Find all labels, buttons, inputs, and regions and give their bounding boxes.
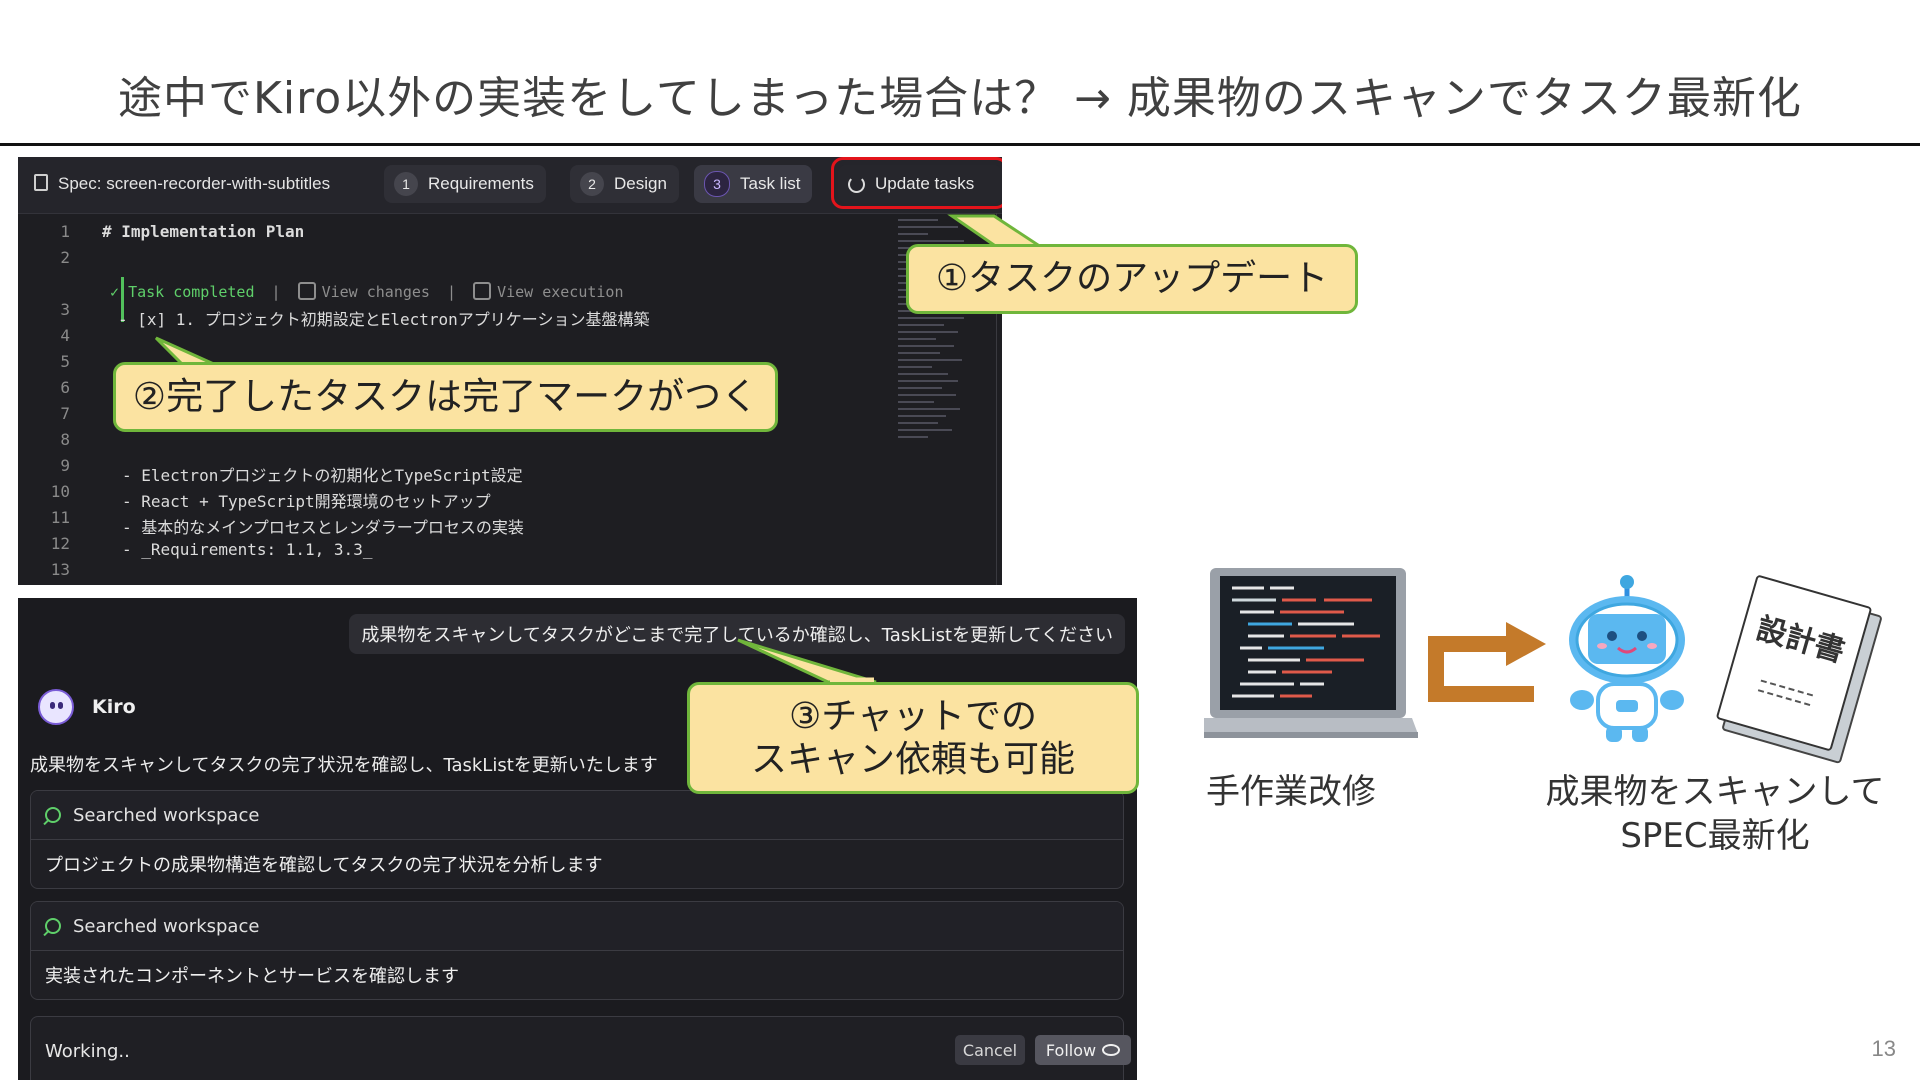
scan-update-caption: 成果物をスキャンして SPEC最新化 xyxy=(1530,770,1900,858)
cancel-label: Cancel xyxy=(962,1040,1018,1060)
tab-design[interactable]: 2 Design xyxy=(570,165,679,203)
requirements-line: - _Requirements: 1.1, 3.3_ xyxy=(122,540,372,559)
status-bar: Working.. Cancel Follow xyxy=(30,1016,1131,1080)
code-bullet: - 基本的なメインプロセスとレンダラープロセスの実装 xyxy=(122,518,524,537)
line-number: 13 xyxy=(50,560,70,579)
tab-task-list[interactable]: 3 Task list xyxy=(694,165,813,203)
laptop-illustration xyxy=(1204,568,1418,738)
code-bullet: - React + TypeScript開発環境のセットアップ xyxy=(122,492,491,511)
tab-label: Requirements xyxy=(428,174,534,193)
kiro-chat-panel: 成果物をスキャンしてタスクがどこまで完了しているか確認し、TaskListを更新… xyxy=(18,598,1137,1080)
line-number: 6 xyxy=(60,378,70,397)
callout-completed-mark: ②完了したタスクは完了マークがつく xyxy=(113,362,778,432)
line-number: 9 xyxy=(60,456,70,475)
search-icon xyxy=(45,918,61,934)
line-number: 8 xyxy=(60,430,70,449)
callout-text-line1: ③チャットでの xyxy=(789,695,1037,737)
callout-text: ②完了したタスクは完了マークがつく xyxy=(132,374,759,418)
slide-title: 途中でKiro以外の実装をしてしまった場合は？ → 成果物のスキャンでタスク最新… xyxy=(118,73,1802,124)
execution-icon xyxy=(473,282,492,300)
tab-number: 1 xyxy=(394,172,418,196)
design-doc-illustration: 設計書 xyxy=(1715,574,1883,765)
callout-update-tasks: ①タスクのアップデート xyxy=(906,244,1358,314)
kiro-avatar xyxy=(38,689,74,725)
requirements-ref: _Requirements: 1.1, 3.3_ xyxy=(141,540,373,559)
tab-number: 3 xyxy=(704,171,730,197)
task-line: - [x] 1. プロジェクト初期設定とElectronアプリケーション基盤構築 xyxy=(118,310,650,329)
callout-chat-scan: ③チャットでの スキャン依頼も可能 xyxy=(687,682,1139,794)
tool-call-title: Searched workspace xyxy=(73,804,260,826)
tool-call-body: 実装されたコンポーネントとサービスを確認します xyxy=(45,966,459,987)
tool-call-header[interactable]: Searched workspace xyxy=(31,791,1123,840)
task-status: Task completed xyxy=(128,283,255,301)
bullet-prefix: - xyxy=(122,540,142,559)
follow-button[interactable]: Follow xyxy=(1035,1035,1131,1065)
line-number: 1 xyxy=(60,222,70,241)
code-heading: # Implementation Plan xyxy=(102,222,305,241)
callout-3-pointer xyxy=(737,638,877,684)
view-execution-link[interactable]: View execution xyxy=(497,283,623,301)
tab-label: Task list xyxy=(740,174,801,193)
callout-text-line2: スキャン依頼も可能 xyxy=(750,739,1075,780)
follow-label: Follow xyxy=(1045,1040,1097,1060)
line-number: 12 xyxy=(50,534,70,553)
line-number: 5 xyxy=(60,352,70,371)
working-status: Working.. xyxy=(45,1041,130,1062)
page-number: 13 xyxy=(1871,1036,1896,1061)
agent-name: Kiro xyxy=(92,696,136,718)
view-changes-link[interactable]: View changes xyxy=(322,283,430,301)
line-number: 3 xyxy=(60,300,70,319)
doc-lines xyxy=(1757,679,1814,707)
tool-call-body: プロジェクトの成果物構造を確認してタスクの完了状況を分析します xyxy=(45,855,603,876)
spec-label: Spec: screen-recorder-with-subtitles xyxy=(34,174,330,194)
search-icon xyxy=(45,807,61,823)
line-number: 10 xyxy=(50,482,70,501)
tab-label: Design xyxy=(614,174,667,193)
changes-icon xyxy=(297,282,316,300)
cycle-arrow-icon xyxy=(1428,622,1546,702)
spec-name: Spec: screen-recorder-with-subtitles xyxy=(58,174,331,193)
doc-title: 設計書 xyxy=(1752,611,1849,670)
spec-tab-bar: Spec: screen-recorder-with-subtitles 1 R… xyxy=(18,157,1002,214)
code-bullet: - Electronプロジェクトの初期化とTypeScript設定 xyxy=(122,466,523,485)
eye-icon xyxy=(1102,1044,1121,1056)
separator: | xyxy=(447,283,457,301)
document-icon xyxy=(34,174,48,191)
line-number: 7 xyxy=(60,404,70,423)
check-icon: ✓ xyxy=(110,283,120,301)
callout-text: ①タスクのアップデート xyxy=(935,258,1329,300)
line-number: 11 xyxy=(50,508,70,527)
tool-call-card[interactable]: Searched workspace プロジェクトの成果物構造を確認してタスクの… xyxy=(30,790,1124,889)
tab-number: 2 xyxy=(580,172,604,196)
manual-edit-caption: 手作業改修 xyxy=(1206,772,1376,812)
robot-illustration xyxy=(1569,575,1685,742)
tab-requirements[interactable]: 1 Requirements xyxy=(384,165,546,203)
tool-call-card[interactable]: Searched workspace 実装されたコンポーネントとサービスを確認し… xyxy=(30,901,1124,1000)
tool-call-title: Searched workspace xyxy=(73,915,260,937)
caption-line1: 成果物をスキャンして xyxy=(1545,772,1885,812)
agent-reply: 成果物をスキャンしてタスクの完了状況を確認し、TaskListを更新いたします xyxy=(30,755,658,776)
highlight-ring xyxy=(831,157,1002,209)
cancel-button[interactable]: Cancel xyxy=(955,1035,1025,1065)
title-divider xyxy=(0,143,1920,146)
task-codelens: ✓ Task completed | View changes | View e… xyxy=(110,282,624,301)
separator: | xyxy=(271,283,281,301)
line-number: 2 xyxy=(60,248,70,267)
caption-line2: SPEC最新化 xyxy=(1620,816,1810,857)
line-number: 4 xyxy=(60,326,70,345)
tool-call-header[interactable]: Searched workspace xyxy=(31,902,1123,951)
